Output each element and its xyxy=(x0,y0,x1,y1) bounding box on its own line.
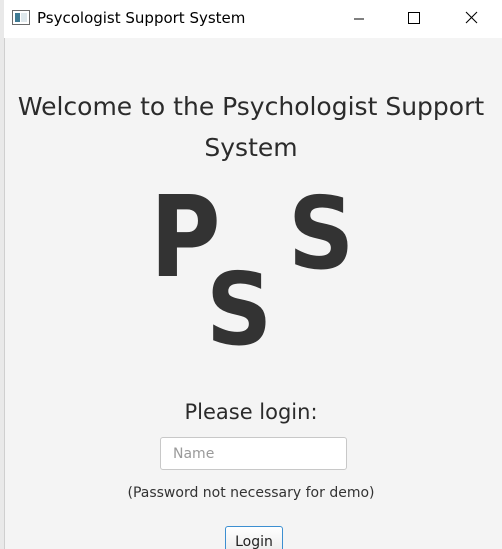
title-bar[interactable]: Psycologist Support System xyxy=(4,0,502,38)
minimize-icon xyxy=(354,18,364,20)
name-input[interactable] xyxy=(160,437,347,470)
login-prompt: Please login: xyxy=(184,400,318,424)
welcome-line-1: Welcome to the Psychologist Support xyxy=(17,92,485,121)
login-button[interactable]: Login xyxy=(225,526,283,549)
close-icon xyxy=(465,11,478,24)
window-title: Psycologist Support System xyxy=(37,9,246,27)
maximize-button[interactable] xyxy=(390,0,436,38)
logo-letter-s-upper: S xyxy=(288,175,355,292)
pss-logo: P S S xyxy=(150,182,365,368)
welcome-line-2: System xyxy=(204,133,298,162)
app-window-icon xyxy=(12,10,30,25)
welcome-heading: Welcome to the Psychologist Support Syst… xyxy=(0,86,502,168)
app-window: Psycologist Support System Welcome to th… xyxy=(0,0,502,549)
logo-letter-s-lower: S xyxy=(206,251,273,368)
maximize-icon xyxy=(408,12,420,24)
window-left-edge xyxy=(0,0,5,549)
password-note: (Password not necessary for demo) xyxy=(127,485,375,501)
minimize-button[interactable] xyxy=(336,0,382,38)
close-button[interactable] xyxy=(448,0,494,38)
